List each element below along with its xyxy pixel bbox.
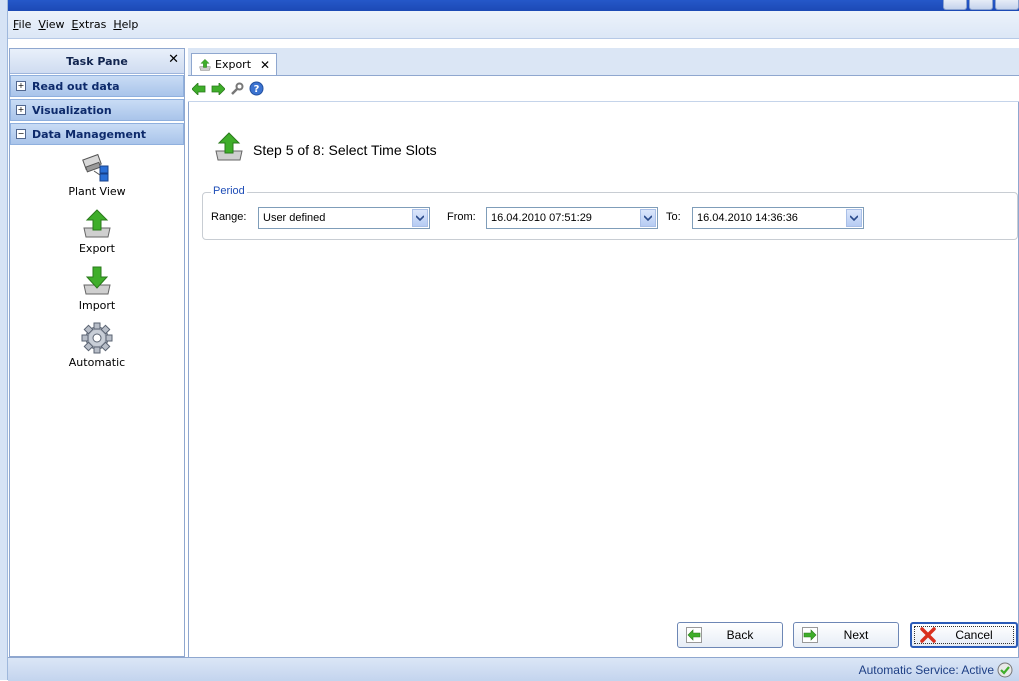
status-text: Automatic Service: Active — [858, 662, 994, 677]
task-item-label: Automatic — [68, 356, 126, 369]
help-icon[interactable]: ? — [248, 81, 264, 97]
wizard-panel: Step 5 of 8: Select Time Slots Period Ra… — [188, 102, 1019, 657]
section-label: Visualization — [32, 103, 112, 117]
chevron-down-icon[interactable] — [640, 209, 656, 227]
cancel-button[interactable]: Cancel — [910, 622, 1018, 648]
expand-icon[interactable]: + — [16, 105, 26, 115]
task-item-export[interactable]: Export — [37, 208, 157, 261]
range-label: Range: — [211, 211, 247, 223]
task-pane: Task Pane ✕ + Read out data + Visualizat… — [9, 48, 185, 657]
task-pane-header: Task Pane ✕ — [10, 49, 184, 74]
tab-label: Export — [215, 58, 252, 71]
export-icon — [199, 58, 211, 71]
task-pane-title: Task Pane — [66, 54, 128, 68]
toolbar: ? — [188, 76, 1019, 102]
close-icon[interactable]: ✕ — [168, 52, 179, 67]
maximize-button[interactable] — [969, 0, 993, 10]
window-left-border — [0, 0, 8, 680]
section-label: Data Management — [32, 127, 147, 141]
menu-view[interactable]: View — [37, 16, 65, 33]
range-value: User defined — [263, 212, 326, 224]
section-label: Read out data — [32, 79, 120, 93]
step-title: Step 5 of 8: Select Time Slots — [253, 142, 437, 158]
to-label: To: — [666, 211, 681, 223]
tab-bar: Export ✕ — [188, 48, 1019, 76]
task-item-label: Plant View — [68, 185, 126, 198]
cancel-label: Cancel — [955, 628, 993, 642]
export-icon — [215, 132, 243, 161]
from-datetime-picker[interactable]: 16.04.2010 07:51:29 — [486, 207, 658, 229]
to-value: 16.04.2010 14:36:36 — [697, 212, 798, 224]
forward-arrow-icon[interactable] — [210, 81, 226, 97]
from-value: 16.04.2010 07:51:29 — [491, 212, 592, 224]
expand-icon[interactable]: + — [16, 81, 26, 91]
menu-extras[interactable]: Extras — [71, 16, 108, 33]
section-visualization[interactable]: + Visualization — [10, 99, 184, 121]
back-button[interactable]: Back — [677, 622, 783, 648]
wrench-icon[interactable] — [229, 81, 245, 97]
tab-export[interactable]: Export ✕ — [191, 53, 277, 75]
status-bar: Automatic Service: Active — [8, 657, 1019, 681]
cancel-icon — [920, 627, 936, 643]
section-read-out-data[interactable]: + Read out data — [10, 75, 184, 97]
back-arrow-icon — [686, 627, 702, 643]
section-data-management[interactable]: − Data Management — [10, 123, 184, 145]
period-group: Period Range: User defined From: 16.04.2… — [202, 185, 1018, 240]
export-icon — [83, 209, 111, 238]
to-datetime-picker[interactable]: 16.04.2010 14:36:36 — [692, 207, 864, 229]
chevron-down-icon[interactable] — [412, 209, 428, 227]
range-dropdown[interactable]: User defined — [258, 207, 430, 229]
close-window-button[interactable] — [995, 0, 1019, 10]
menu-file[interactable]: File — [12, 16, 32, 33]
collapse-icon[interactable]: − — [16, 129, 26, 139]
task-item-plant-view[interactable]: Plant View — [37, 151, 157, 204]
task-item-label: Export — [78, 242, 115, 255]
next-arrow-icon — [802, 627, 818, 643]
task-item-label: Import — [78, 299, 116, 312]
from-label: From: — [447, 211, 476, 223]
back-label: Back — [726, 628, 754, 642]
minimize-button[interactable] — [943, 0, 967, 10]
next-button[interactable]: Next — [793, 622, 899, 648]
gear-icon — [81, 322, 113, 354]
svg-text:?: ? — [253, 84, 259, 95]
service-active-icon — [997, 662, 1013, 677]
next-label: Next — [843, 628, 869, 642]
chevron-down-icon[interactable] — [846, 209, 862, 227]
period-legend: Period — [211, 185, 247, 197]
back-arrow-icon[interactable] — [191, 81, 207, 97]
menu-bar: File View Extras Help — [8, 11, 1019, 39]
close-tab-icon[interactable]: ✕ — [260, 58, 270, 72]
task-item-import[interactable]: Import — [37, 265, 157, 318]
task-item-automatic[interactable]: Automatic — [37, 322, 157, 375]
import-icon — [83, 266, 111, 295]
plant-view-icon — [82, 153, 109, 182]
menu-help[interactable]: Help — [112, 16, 139, 33]
